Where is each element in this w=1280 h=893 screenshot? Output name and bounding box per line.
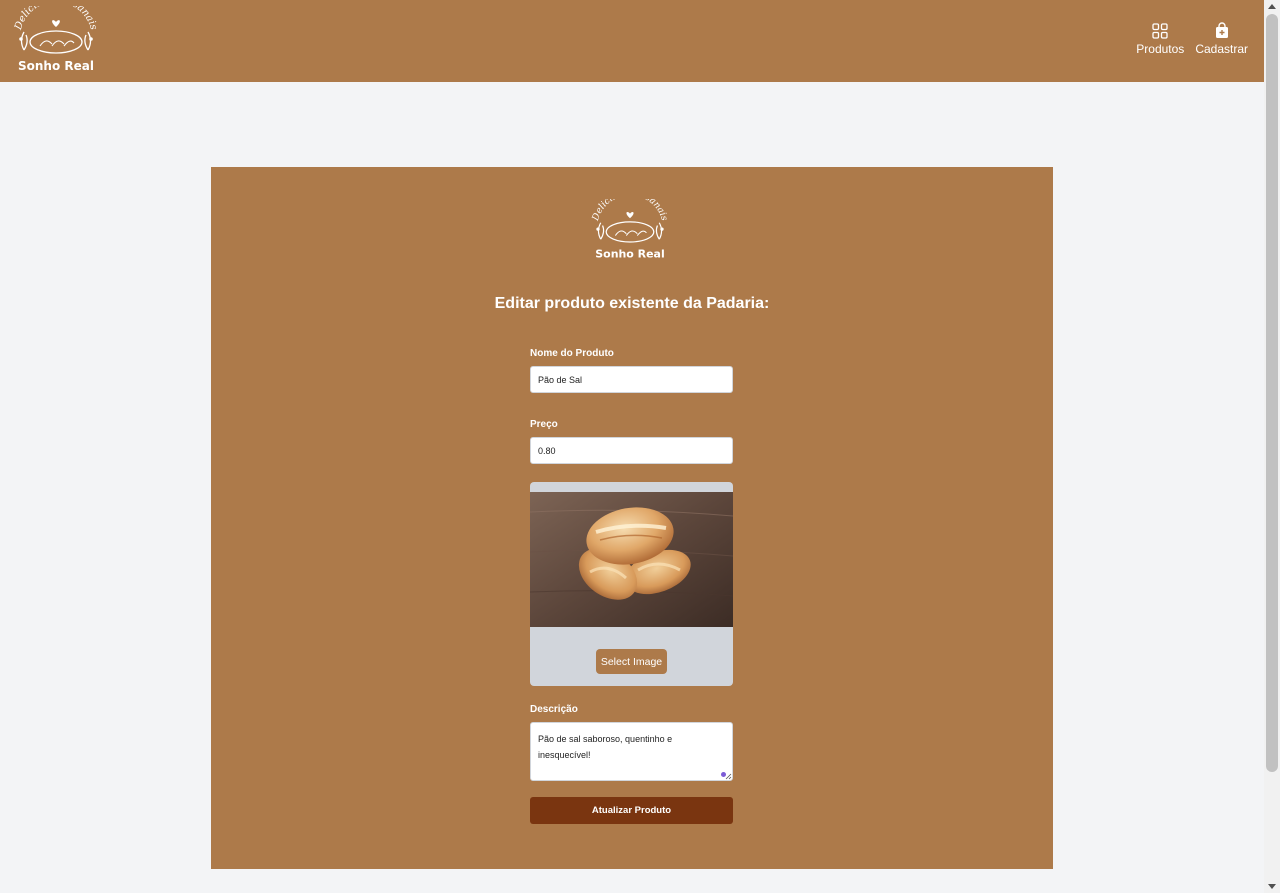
image-upload-box: Select Image <box>530 482 733 686</box>
select-image-button[interactable]: Select Image <box>596 649 667 674</box>
nav-produtos-label: Produtos <box>1136 42 1185 56</box>
product-name-input[interactable] <box>530 366 733 393</box>
top-navigation-bar: Delicias Artesanais Sonho Real Produtos … <box>0 0 1264 82</box>
page-title: Editar produto existente da Padaria: <box>494 295 770 312</box>
edit-product-form: Nome do Produto Preço <box>530 347 733 824</box>
price-label: Preço <box>530 419 558 430</box>
main-nav: Produtos Cadastrar <box>1136 22 1248 56</box>
nav-produtos[interactable]: Produtos <box>1136 22 1184 56</box>
product-name-label: Nome do Produto <box>530 348 614 359</box>
edit-product-panel: Delicias Artesanais Sonho Real Editar pr… <box>211 167 1053 869</box>
scroll-down-arrow-icon[interactable] <box>1268 884 1276 889</box>
description-textarea[interactable]: Pão de sal saboroso, quentinho e inesque… <box>530 722 733 781</box>
description-wrapper: Pão de sal saboroso, quentinho e inesque… <box>530 722 733 781</box>
scrollbar-thumb[interactable] <box>1266 14 1278 772</box>
description-label: Descrição <box>530 704 578 715</box>
nav-cadastrar-label: Cadastrar <box>1195 42 1248 56</box>
update-product-button[interactable]: Atualizar Produto <box>530 797 733 824</box>
sonho-real-logo[interactable]: Delicias Artesanais Sonho Real <box>12 6 100 76</box>
svg-text:Sonho Real: Sonho Real <box>18 59 94 73</box>
grid-icon <box>1152 23 1168 39</box>
product-image <box>530 492 733 627</box>
svg-text:Delicias Artesanais: Delicias Artesanais <box>591 199 669 223</box>
svg-text:Sonho Real: Sonho Real <box>595 248 664 261</box>
price-input[interactable] <box>530 437 733 464</box>
scroll-up-arrow-icon[interactable] <box>1268 4 1276 9</box>
nav-cadastrar[interactable]: Cadastrar <box>1195 22 1248 56</box>
svg-text:Delicias Artesanais: Delicias Artesanais <box>13 6 99 32</box>
sonho-real-logo: Delicias Artesanais Sonho Real <box>591 199 669 261</box>
page-scrollbar[interactable] <box>1264 0 1280 893</box>
resize-handle-icon[interactable] <box>725 773 732 780</box>
shopping-bag-plus-icon <box>1215 22 1228 38</box>
